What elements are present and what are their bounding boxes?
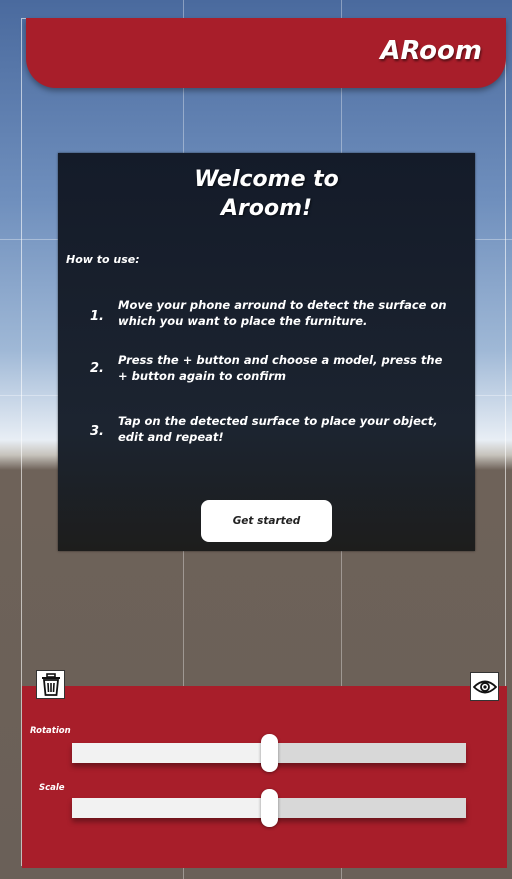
step-2-number: 2. [90,361,104,376]
how-to-label: How to use: [66,253,140,266]
rotation-slider[interactable] [72,734,466,772]
controls-panel [22,686,507,868]
scale-slider[interactable] [72,789,466,827]
step-1-text: Move your phone arround to detect the su… [118,298,447,328]
rotation-slider-fill [72,743,269,763]
visibility-toggle[interactable] [470,672,499,701]
step-3-text: Tap on the detected surface to place you… [118,414,438,444]
delete-button[interactable] [36,670,65,699]
welcome-panel: Welcome to Aroom! How to use: 1. Move yo… [58,153,475,551]
rotation-label: Rotation [30,726,71,736]
step-2-text: Press the + button and choose a model, p… [118,353,443,383]
eye-icon [472,680,497,693]
step-1-number: 1. [90,309,104,324]
app-header: ARoom [26,18,506,88]
rotation-slider-handle[interactable] [261,734,278,772]
welcome-title: Welcome to Aroom! [194,167,339,221]
scale-slider-handle[interactable] [261,789,278,827]
scale-slider-fill [72,798,269,818]
app-title: ARoom [380,36,482,66]
get-started-button[interactable]: Get started [201,500,332,542]
scale-label: Scale [39,783,65,793]
step-3-number: 3. [90,424,104,439]
trash-icon [41,672,60,696]
